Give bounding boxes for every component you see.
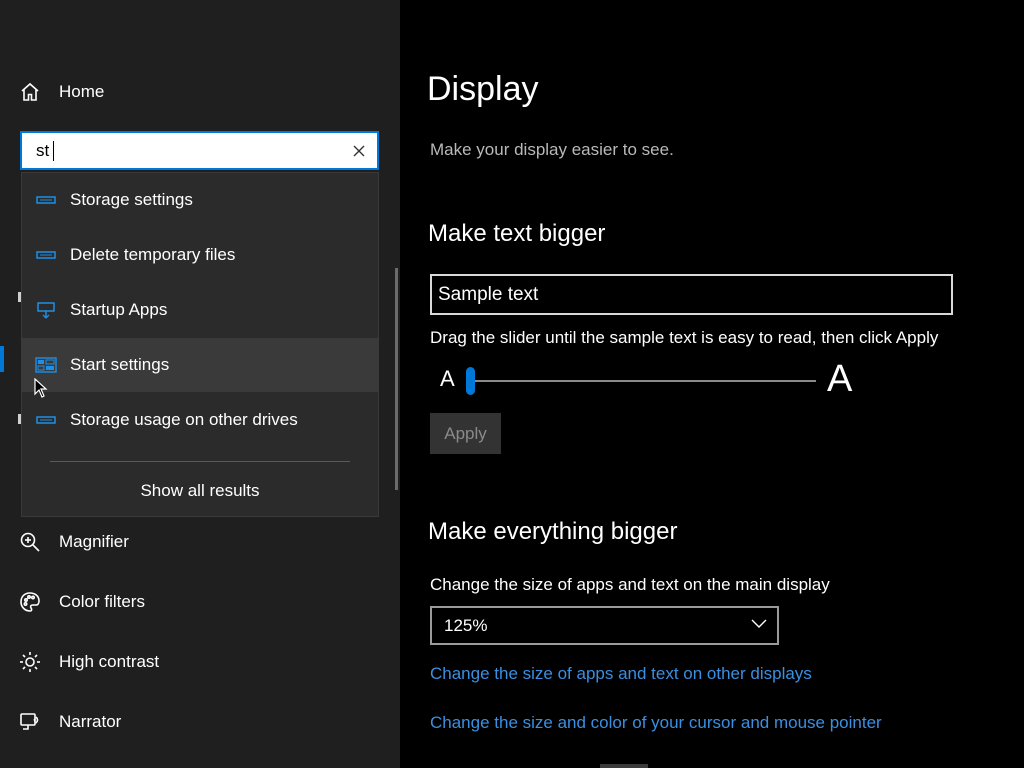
startup-icon	[35, 300, 57, 320]
nav-home[interactable]: Home	[18, 76, 104, 108]
suggestion-label: Start settings	[70, 355, 170, 374]
suggestion-start-settings[interactable]: Start settings	[22, 338, 378, 392]
suggestion-label: Startup Apps	[70, 300, 168, 319]
slider-max-label: A	[827, 358, 853, 400]
slider-instruction: Drag the slider until the sample text is…	[430, 328, 939, 347]
section-heading-everything-bigger: Make everything bigger	[428, 518, 678, 545]
search-suggestions: Storage settings Delete temporary files …	[21, 172, 379, 517]
display-settings-page: Display Make your display easier to see.…	[400, 0, 1024, 768]
link-other-displays[interactable]: Change the size of apps and text on othe…	[430, 664, 812, 684]
color-filters-icon	[18, 590, 42, 614]
chevron-down-icon	[751, 619, 767, 628]
slider-min-label: A	[440, 366, 455, 391]
high-contrast-icon	[18, 650, 42, 674]
suggestion-delete-temp-files[interactable]: Delete temporary files	[22, 228, 378, 282]
close-icon	[353, 145, 365, 157]
suggestions-divider	[50, 461, 350, 462]
suggestion-label: Storage settings	[70, 190, 193, 209]
storage-icon	[35, 415, 57, 425]
suggestion-startup-apps[interactable]: Startup Apps	[22, 283, 378, 337]
scale-label: Change the size of apps and text on the …	[430, 575, 830, 594]
sidebar-item-label: Magnifier	[59, 532, 129, 551]
clear-search-button[interactable]	[349, 141, 369, 161]
sidebar-item-label: Narrator	[59, 712, 122, 731]
suggestion-storage-settings[interactable]: Storage settings	[22, 173, 378, 227]
sidebar-item-label: High contrast	[59, 652, 160, 671]
link-cursor-pointer[interactable]: Change the size and color of your cursor…	[430, 713, 882, 733]
search-box[interactable]	[20, 131, 379, 170]
slider-thumb[interactable]	[466, 367, 475, 395]
section-heading-text-bigger: Make text bigger	[428, 220, 606, 247]
narrator-icon	[18, 710, 42, 734]
search-input[interactable]	[22, 133, 342, 168]
storage-icon	[35, 250, 57, 260]
suggestion-storage-other-drives[interactable]: Storage usage on other drives	[22, 393, 378, 447]
nav-home-label: Home	[59, 82, 105, 101]
text-size-slider[interactable]	[470, 380, 816, 382]
sidebar-scrollbar[interactable]	[395, 268, 398, 490]
selection-indicator	[0, 346, 4, 372]
home-icon	[18, 80, 42, 104]
apply-button[interactable]: Apply	[430, 413, 501, 454]
text-caret	[53, 141, 54, 161]
sample-text-preview: Sample text	[430, 274, 953, 315]
scroll-stub	[600, 764, 648, 768]
storage-icon	[35, 195, 57, 205]
start-icon	[35, 357, 57, 373]
magnifier-icon	[18, 530, 42, 554]
sidebar-item-magnifier[interactable]: Magnifier	[18, 526, 129, 558]
settings-sidebar: Home Storage settings Delete temporary f…	[0, 0, 400, 768]
sidebar-item-label: Color filters	[59, 592, 145, 611]
show-all-results-button[interactable]: Show all results	[22, 469, 378, 513]
scale-dropdown-value: 125%	[444, 615, 488, 635]
suggestion-label: Storage usage on other drives	[70, 410, 298, 429]
page-title: Display	[427, 70, 539, 108]
page-subtitle: Make your display easier to see.	[430, 140, 674, 159]
sidebar-item-narrator[interactable]: Narrator	[18, 706, 121, 738]
suggestion-label: Delete temporary files	[70, 245, 236, 264]
scale-dropdown[interactable]: 125%	[430, 606, 779, 645]
sidebar-item-high-contrast[interactable]: High contrast	[18, 646, 159, 678]
mouse-pointer-icon	[34, 378, 48, 398]
sidebar-item-color-filters[interactable]: Color filters	[18, 586, 145, 618]
